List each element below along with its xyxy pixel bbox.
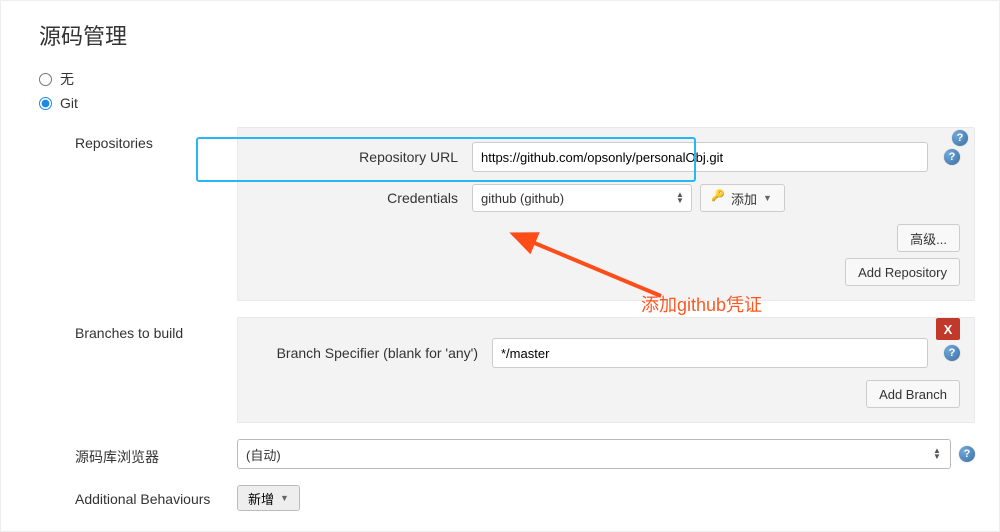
credentials-select[interactable]: github (github) ▲▼ — [472, 184, 692, 212]
browser-select[interactable]: (自动) ▲▼ — [237, 439, 951, 469]
key-icon — [713, 193, 727, 203]
add-behaviour-button[interactable]: 新增 ▼ — [237, 485, 300, 511]
help-icon[interactable]: ? — [944, 149, 960, 165]
select-arrows-icon: ▲▼ — [932, 440, 942, 468]
branches-label: Branches to build — [75, 317, 237, 341]
add-repository-button[interactable]: Add Repository — [845, 258, 960, 286]
help-icon[interactable]: ? — [944, 345, 960, 361]
help-icon[interactable]: ? — [952, 130, 968, 146]
browser-label: 源码库浏览器 — [75, 439, 237, 467]
remove-branch-button[interactable]: X — [936, 318, 960, 340]
page-root: 源码管理 无 Git Repositories ? Repository URL — [0, 0, 1000, 532]
repositories-label: Repositories — [75, 127, 237, 151]
content: 源码管理 无 Git Repositories ? Repository URL — [1, 1, 999, 531]
browser-value: (自动) — [246, 440, 281, 468]
git-config-block: Repositories ? Repository URL ? Credenti… — [75, 127, 975, 511]
advanced-label: 高级... — [910, 229, 947, 248]
credentials-row: Credentials github (github) ▲▼ 添加 ▼ — [252, 184, 960, 212]
add-branch-button[interactable]: Add Branch — [866, 380, 960, 408]
advanced-button[interactable]: 高级... — [897, 224, 960, 252]
add-repo-row: Add Repository — [252, 258, 960, 286]
radio-none-label: 无 — [60, 69, 74, 89]
section-title: 源码管理 — [39, 19, 975, 51]
scm-option-git[interactable]: Git — [39, 95, 975, 111]
branches-box: X Branch Specifier (blank for 'any') ? A… — [237, 317, 975, 423]
browser-row: 源码库浏览器 (自动) ▲▼ ? — [75, 439, 975, 469]
chevron-down-icon: ▼ — [763, 193, 772, 203]
add-branch-label: Add Branch — [879, 387, 947, 402]
chevron-down-icon: ▼ — [280, 493, 289, 503]
add-branch-row: Add Branch — [252, 380, 960, 408]
help-icon[interactable]: ? — [959, 446, 975, 462]
add-repo-label: Add Repository — [858, 265, 947, 280]
radio-git-label: Git — [60, 95, 78, 111]
credentials-value: github (github) — [481, 185, 564, 211]
add-behaviour-label: 新增 — [248, 489, 274, 508]
repositories-row: Repositories ? Repository URL ? Credenti… — [75, 127, 975, 301]
radio-none[interactable] — [39, 73, 52, 86]
scm-option-none[interactable]: 无 — [39, 69, 975, 89]
radio-git[interactable] — [39, 97, 52, 110]
branches-row: Branches to build X Branch Specifier (bl… — [75, 317, 975, 423]
repo-url-input[interactable] — [472, 142, 928, 172]
behaviours-row: Additional Behaviours 新增 ▼ — [75, 485, 975, 511]
behaviours-label: Additional Behaviours — [75, 489, 237, 507]
repo-url-row: Repository URL ? — [252, 142, 960, 172]
branch-spec-label: Branch Specifier (blank for 'any') — [252, 345, 492, 361]
branch-spec-input[interactable] — [492, 338, 928, 368]
add-credentials-label: 添加 — [731, 189, 757, 208]
advanced-row: 高级... — [252, 224, 960, 252]
select-arrows-icon: ▲▼ — [675, 185, 685, 211]
branch-spec-row: Branch Specifier (blank for 'any') ? — [252, 338, 960, 368]
repositories-box: ? Repository URL ? Credentials github (g… — [237, 127, 975, 301]
credentials-label: Credentials — [252, 190, 472, 206]
add-credentials-button[interactable]: 添加 ▼ — [700, 184, 785, 212]
repo-url-label: Repository URL — [252, 149, 472, 165]
